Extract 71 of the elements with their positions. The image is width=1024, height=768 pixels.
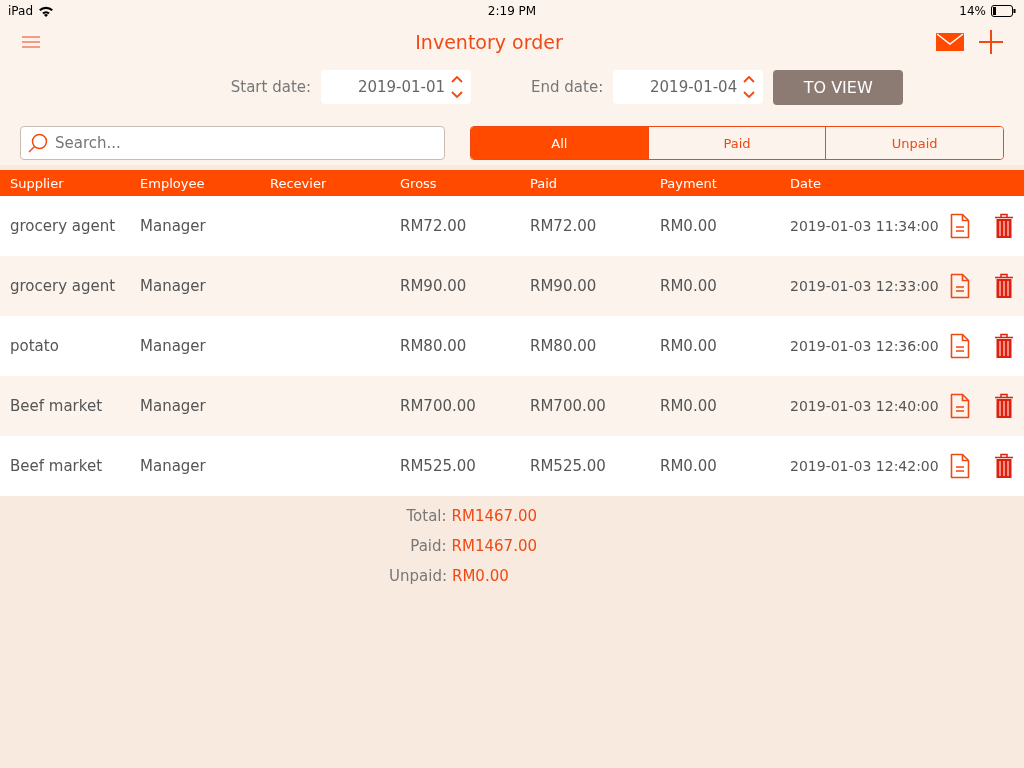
table-cell-text: 2019-01-03 12:42:00 <box>790 458 940 474</box>
table-cell-text: Beef market <box>9 457 104 475</box>
trash-icon[interactable] <box>994 333 1014 359</box>
document-icon[interactable] <box>950 333 970 359</box>
table-cell-text: RM90.00 <box>530 277 598 295</box>
date-field[interactable]: 2019-01-04 <box>613 70 764 104</box>
column-header: Gross <box>400 175 438 191</box>
battery-icon <box>991 5 1016 17</box>
table-cell-text: 2019-01-03 12:33:00 <box>790 278 940 294</box>
table-cell-text: RM0.00 <box>660 337 718 355</box>
table-cell-text: RM525.00 <box>400 457 477 475</box>
menu-icon[interactable] <box>20 34 42 50</box>
view-button[interactable]: TO VIEW <box>773 69 904 105</box>
column-header: Paid <box>530 175 559 191</box>
summary-label: Total: <box>405 507 447 525</box>
date-label: End date: <box>531 78 604 96</box>
trash-icon[interactable] <box>994 393 1014 419</box>
stepper-icon[interactable] <box>451 76 464 98</box>
table-cell-text: grocery agent <box>9 277 117 295</box>
table-cell-text: grocery agent <box>9 217 117 235</box>
summary-value: RM1467.00 <box>451 537 537 555</box>
column-header: Payment <box>660 175 718 191</box>
table-cell-text: RM72.00 <box>530 217 598 235</box>
table-cell-text: RM700.00 <box>400 397 477 415</box>
column-header: Supplier <box>9 175 65 191</box>
document-icon[interactable] <box>950 393 970 419</box>
trash-icon[interactable] <box>994 453 1014 479</box>
page-title: Inventory order <box>415 31 563 53</box>
table-cell-text: RM0.00 <box>660 277 718 295</box>
table-cell-text: potato <box>9 337 60 355</box>
table-cell-text: RM80.00 <box>400 337 468 355</box>
trash-icon[interactable] <box>994 213 1014 239</box>
summary-value: RM1467.00 <box>451 507 537 525</box>
table-cell-text: Manager <box>140 397 207 415</box>
table-cell-text: 2019-01-03 11:34:00 <box>790 218 940 234</box>
table-cell-text: Manager <box>140 277 207 295</box>
table-cell-text: RM80.00 <box>530 337 598 355</box>
table-cell-text: 2019-01-03 12:36:00 <box>790 338 940 354</box>
column-header: Date <box>790 175 823 191</box>
table-cell-text: RM0.00 <box>660 457 718 475</box>
status-time: 2:19 PM <box>487 4 537 18</box>
mail-icon[interactable] <box>936 33 964 51</box>
device-name: iPad <box>8 4 33 18</box>
trash-icon[interactable] <box>994 273 1014 299</box>
table-cell-text: RM90.00 <box>400 277 468 295</box>
table-cell-text: Manager <box>140 457 207 475</box>
column-header: Employee <box>140 175 206 191</box>
table-cell-text: Beef market <box>9 397 104 415</box>
add-icon[interactable] <box>978 29 1004 55</box>
summary-label: Unpaid: <box>388 567 447 585</box>
column-header: Recevier <box>270 175 328 191</box>
search-field[interactable]: Search... <box>20 126 445 160</box>
table-cell-text: RM72.00 <box>400 217 468 235</box>
table-cell-text: RM0.00 <box>660 217 718 235</box>
table-cell-text: RM700.00 <box>530 397 607 415</box>
table-cell-text: RM0.00 <box>660 397 718 415</box>
document-icon[interactable] <box>950 273 970 299</box>
table-cell-text: 2019-01-03 12:40:00 <box>790 398 940 414</box>
filter-tab[interactable]: All <box>471 127 649 159</box>
document-icon[interactable] <box>950 213 970 239</box>
document-icon[interactable] <box>950 453 970 479</box>
stepper-icon[interactable] <box>743 76 756 98</box>
summary-label: Paid: <box>409 537 447 555</box>
date-label: Start date: <box>230 78 312 96</box>
date-field[interactable]: 2019-01-01 <box>321 70 472 104</box>
battery-percent: 14% <box>959 4 986 18</box>
table-cell-text: Manager <box>140 337 207 355</box>
table-cell-text: Manager <box>140 217 207 235</box>
wifi-icon <box>38 5 54 17</box>
table-cell-text: RM525.00 <box>530 457 607 475</box>
summary-value: RM0.00 <box>452 567 509 585</box>
